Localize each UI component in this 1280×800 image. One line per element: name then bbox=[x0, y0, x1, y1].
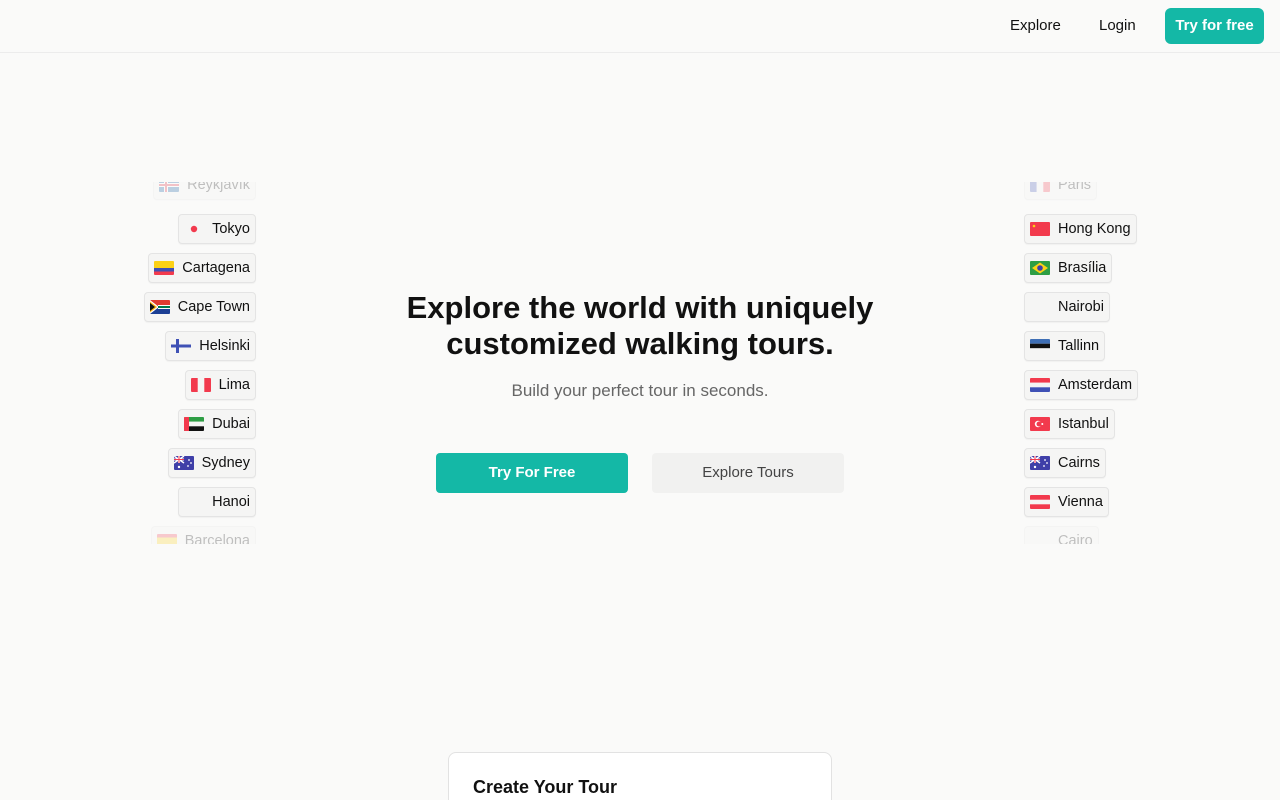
australia-flag-icon bbox=[1030, 456, 1050, 470]
kenya-flag-icon bbox=[1030, 300, 1050, 314]
city-name: Barcelona bbox=[184, 533, 250, 544]
spain-flag-icon bbox=[156, 534, 177, 544]
top-nav: Explore Login Try for free bbox=[0, 0, 1280, 53]
turkey-flag-icon bbox=[1030, 417, 1050, 431]
egypt-flag-icon bbox=[1030, 534, 1050, 544]
colombia-flag-icon bbox=[154, 261, 175, 275]
create-tour-card: Create Your Tour bbox=[448, 752, 832, 800]
city-chip[interactable]: Brasília bbox=[1024, 253, 1113, 283]
hero-subtitle: Build your perfect tour in seconds. bbox=[511, 381, 769, 400]
try-for-free-button[interactable]: Try For Free bbox=[436, 453, 628, 493]
peru-flag-icon bbox=[190, 378, 211, 392]
city-chip[interactable]: Sydney bbox=[167, 448, 256, 478]
city-chip[interactable]: Dubai bbox=[178, 409, 256, 439]
city-name: Sydney bbox=[201, 455, 250, 471]
france-flag-icon bbox=[1030, 182, 1050, 192]
hero-title-line-2: customized walking tours. bbox=[446, 326, 834, 361]
city-list-right: Paris Hong Kong Brasília Nairobi Tallinn… bbox=[1020, 182, 1220, 544]
city-name: Helsinki bbox=[199, 338, 250, 354]
city-name: Lima bbox=[218, 377, 250, 393]
city-name: Istanbul bbox=[1058, 416, 1109, 432]
china-flag-icon bbox=[1030, 222, 1050, 236]
south-africa-flag-icon bbox=[149, 300, 170, 314]
uae-flag-icon bbox=[184, 417, 205, 431]
city-chip[interactable]: Reykjavík bbox=[153, 182, 256, 200]
city-name: Tokyo bbox=[212, 221, 250, 237]
iceland-flag-icon bbox=[159, 182, 180, 192]
city-name: Hanoi bbox=[212, 494, 250, 510]
city-name: Reykjavík bbox=[187, 182, 250, 193]
city-chip[interactable]: Hanoi bbox=[178, 487, 256, 517]
city-name: Cairns bbox=[1058, 455, 1100, 471]
city-name: Brasília bbox=[1058, 260, 1107, 276]
city-chip[interactable]: Amsterdam bbox=[1024, 370, 1139, 400]
city-chip[interactable]: Cartagena bbox=[148, 253, 256, 283]
city-name: Hong Kong bbox=[1058, 221, 1131, 237]
city-name: Vienna bbox=[1058, 494, 1103, 510]
hero-title-line-1: Explore the world with uniquely bbox=[406, 290, 874, 325]
city-name: Nairobi bbox=[1058, 299, 1104, 315]
city-name: Amsterdam bbox=[1058, 377, 1133, 393]
netherlands-flag-icon bbox=[1030, 378, 1050, 392]
australia-flag-icon bbox=[173, 456, 194, 470]
city-chip[interactable]: Lima bbox=[184, 370, 256, 400]
city-chip[interactable]: Nairobi bbox=[1024, 292, 1110, 322]
city-chip[interactable]: Cape Town bbox=[143, 292, 256, 322]
finland-flag-icon bbox=[171, 339, 192, 353]
vietnam-flag-icon bbox=[184, 495, 205, 509]
japan-flag-icon bbox=[184, 222, 205, 236]
city-name: Cairo bbox=[1058, 533, 1093, 544]
hero-title: Explore the world with uniquely customiz… bbox=[340, 290, 940, 362]
city-chip[interactable]: Cairo bbox=[1024, 526, 1099, 544]
city-list-left: Reykjavík Tokyo Cartagena Cape Town Hels… bbox=[60, 182, 260, 544]
create-tour-title: Create Your Tour bbox=[473, 777, 618, 797]
city-chip[interactable]: Vienna bbox=[1024, 487, 1109, 517]
nav-login-link[interactable]: Login bbox=[1087, 8, 1148, 44]
city-chip[interactable]: Cairns bbox=[1024, 448, 1106, 478]
brazil-flag-icon bbox=[1030, 261, 1050, 275]
city-name: Tallinn bbox=[1058, 338, 1100, 354]
city-chip[interactable]: Barcelona bbox=[150, 526, 256, 544]
city-chip[interactable]: Hong Kong bbox=[1024, 214, 1137, 244]
austria-flag-icon bbox=[1030, 495, 1050, 509]
city-chip[interactable]: Paris bbox=[1024, 182, 1098, 200]
city-name: Cape Town bbox=[177, 299, 250, 315]
estonia-flag-icon bbox=[1030, 339, 1050, 353]
city-name: Dubai bbox=[212, 416, 250, 432]
city-chip[interactable]: Helsinki bbox=[165, 331, 256, 361]
city-name: Paris bbox=[1058, 182, 1092, 193]
explore-tours-button[interactable]: Explore Tours bbox=[652, 453, 844, 493]
nav-explore-link[interactable]: Explore bbox=[998, 8, 1073, 44]
city-name: Cartagena bbox=[182, 260, 250, 276]
city-chip[interactable]: Istanbul bbox=[1024, 409, 1115, 439]
city-chip[interactable]: Tokyo bbox=[178, 214, 256, 244]
nav-try-free-button[interactable]: Try for free bbox=[1165, 8, 1264, 44]
city-chip[interactable]: Tallinn bbox=[1024, 331, 1106, 361]
